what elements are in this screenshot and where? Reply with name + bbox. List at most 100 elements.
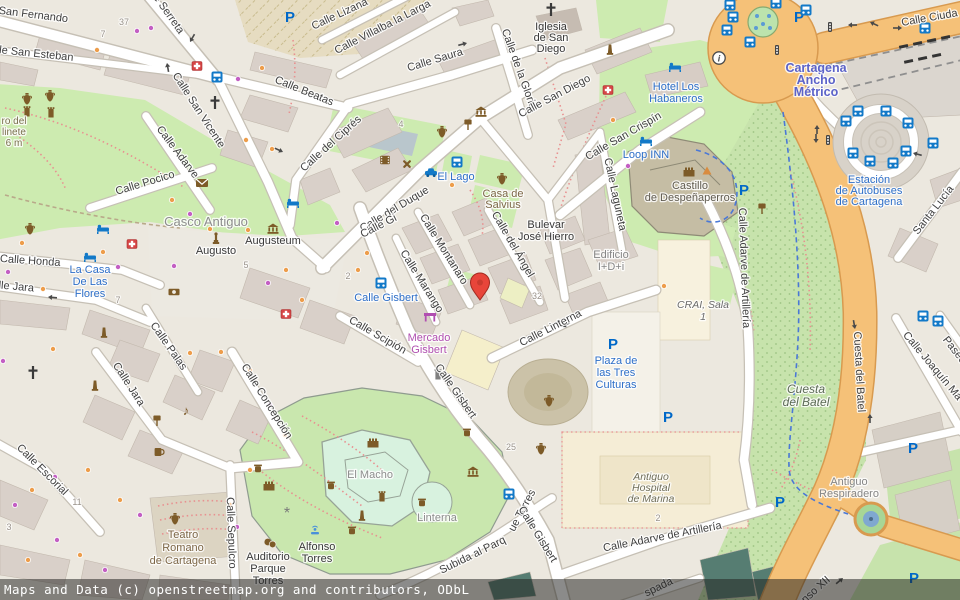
map-canvas[interactable]: PPPPPPPPi♪*San Fernandole San Estebane S… (0, 0, 960, 600)
svg-text:P: P (739, 182, 749, 199)
poi-dot (610, 117, 615, 122)
poi-dot (218, 349, 223, 354)
poi-dot (334, 220, 339, 225)
poi-dot (299, 297, 304, 302)
poi-dot (283, 267, 288, 272)
map-label: AntiguoHospitalde Marina (628, 471, 675, 505)
poi-dot (449, 182, 454, 187)
parking-icon: P (775, 494, 785, 511)
map-label: 37 (119, 17, 129, 27)
bus-icon (452, 157, 463, 168)
poi-dot (19, 240, 24, 245)
poi-dot (50, 346, 55, 351)
poi-dot (40, 286, 45, 291)
map-label: La CasaDe LasFlores (70, 264, 112, 300)
attribution-bar: Maps and Data (c) openstreetmap.org and … (0, 579, 960, 600)
map-label: 7 (100, 29, 105, 39)
map-label: AlfonsoTorres (299, 541, 336, 565)
pot-icon (418, 499, 426, 507)
bus-icon (853, 106, 864, 117)
poi-dot (29, 487, 34, 492)
bus-icon (903, 118, 914, 129)
poi-dot (243, 137, 248, 142)
pharmacy-icon (603, 86, 613, 95)
svg-text:P: P (663, 409, 673, 426)
bus-icon (728, 12, 739, 23)
poi-dot (364, 250, 369, 255)
poi-dot (247, 467, 252, 472)
pot-icon (348, 527, 356, 535)
poi-dot (100, 249, 105, 254)
poi-dot (259, 65, 264, 70)
poi-dot (12, 502, 17, 507)
bus-icon (771, 0, 782, 9)
bus-icon (865, 156, 876, 167)
castle-icon (684, 168, 695, 177)
svg-text:P: P (908, 440, 918, 457)
poi-dot (148, 25, 153, 30)
map-viewport[interactable]: PPPPPPPPi♪*San Fernandole San Estebane S… (0, 0, 960, 600)
info-icon: i (713, 52, 725, 64)
map-label: Plaza delas TresCulturas (595, 355, 638, 391)
bus-icon (722, 25, 733, 36)
map-label: Augusteum (245, 235, 301, 247)
bus-icon (918, 311, 929, 322)
tower-icon (379, 491, 386, 501)
svg-text:♪: ♪ (183, 403, 190, 418)
poi-dot (171, 263, 176, 268)
map-label: Cuestadel Batel (783, 382, 830, 409)
bank-icon (169, 289, 180, 295)
bus-icon (504, 489, 515, 500)
castle-icon (368, 439, 379, 448)
bus-icon (212, 72, 223, 83)
signal-icon (828, 22, 832, 32)
poi-dot (117, 497, 122, 502)
poi-dot (661, 283, 666, 288)
map-label: 7 (115, 295, 120, 305)
cinema-icon (380, 156, 390, 164)
bus-icon (848, 148, 859, 159)
poi-dot (94, 47, 99, 52)
poi-dot (235, 76, 240, 81)
music-icon: ♪ (183, 403, 190, 418)
map-label: 32 (532, 291, 542, 301)
parking-icon: P (608, 336, 618, 353)
pharmacy-icon (127, 240, 137, 249)
svg-text:P: P (775, 494, 785, 511)
poi-dot (187, 350, 192, 355)
castle-icon (264, 482, 275, 491)
poi-dot (265, 280, 270, 285)
map-label: 2 (345, 271, 350, 281)
poi-dot (355, 267, 360, 272)
poi-dot (169, 197, 174, 202)
map-label: Hotel LosHabaneros (649, 81, 703, 105)
map-label: Augusto (196, 245, 236, 257)
pharmacy-icon (192, 62, 202, 71)
svg-text:P: P (285, 9, 295, 26)
poi-dot (115, 264, 120, 269)
pot-icon (254, 465, 262, 473)
poi-dot (625, 163, 630, 168)
poi-dot (0, 358, 5, 363)
poi-dot (85, 467, 90, 472)
bus-icon (841, 116, 852, 127)
bus-icon (745, 37, 756, 48)
poi-dot (25, 557, 30, 562)
parking-icon: P (663, 409, 673, 426)
poi-dot (134, 28, 139, 33)
map-label: 3 (6, 522, 11, 532)
map-label: 2 (655, 513, 660, 523)
map-label: Linterna (417, 512, 458, 524)
bus-icon (901, 146, 912, 157)
map-label: Calle Sepulcro (224, 497, 238, 569)
pharmacy-icon (281, 310, 291, 319)
tower-icon (48, 107, 55, 117)
map-label: 4 (398, 119, 403, 129)
signal-icon (775, 45, 779, 55)
bus-icon (376, 278, 387, 289)
poi-dot (5, 269, 10, 274)
map-label: Calle Gisbert (354, 292, 418, 304)
svg-text:P: P (608, 336, 618, 353)
map-label: 25 (506, 442, 516, 452)
parking-icon: P (908, 440, 918, 457)
